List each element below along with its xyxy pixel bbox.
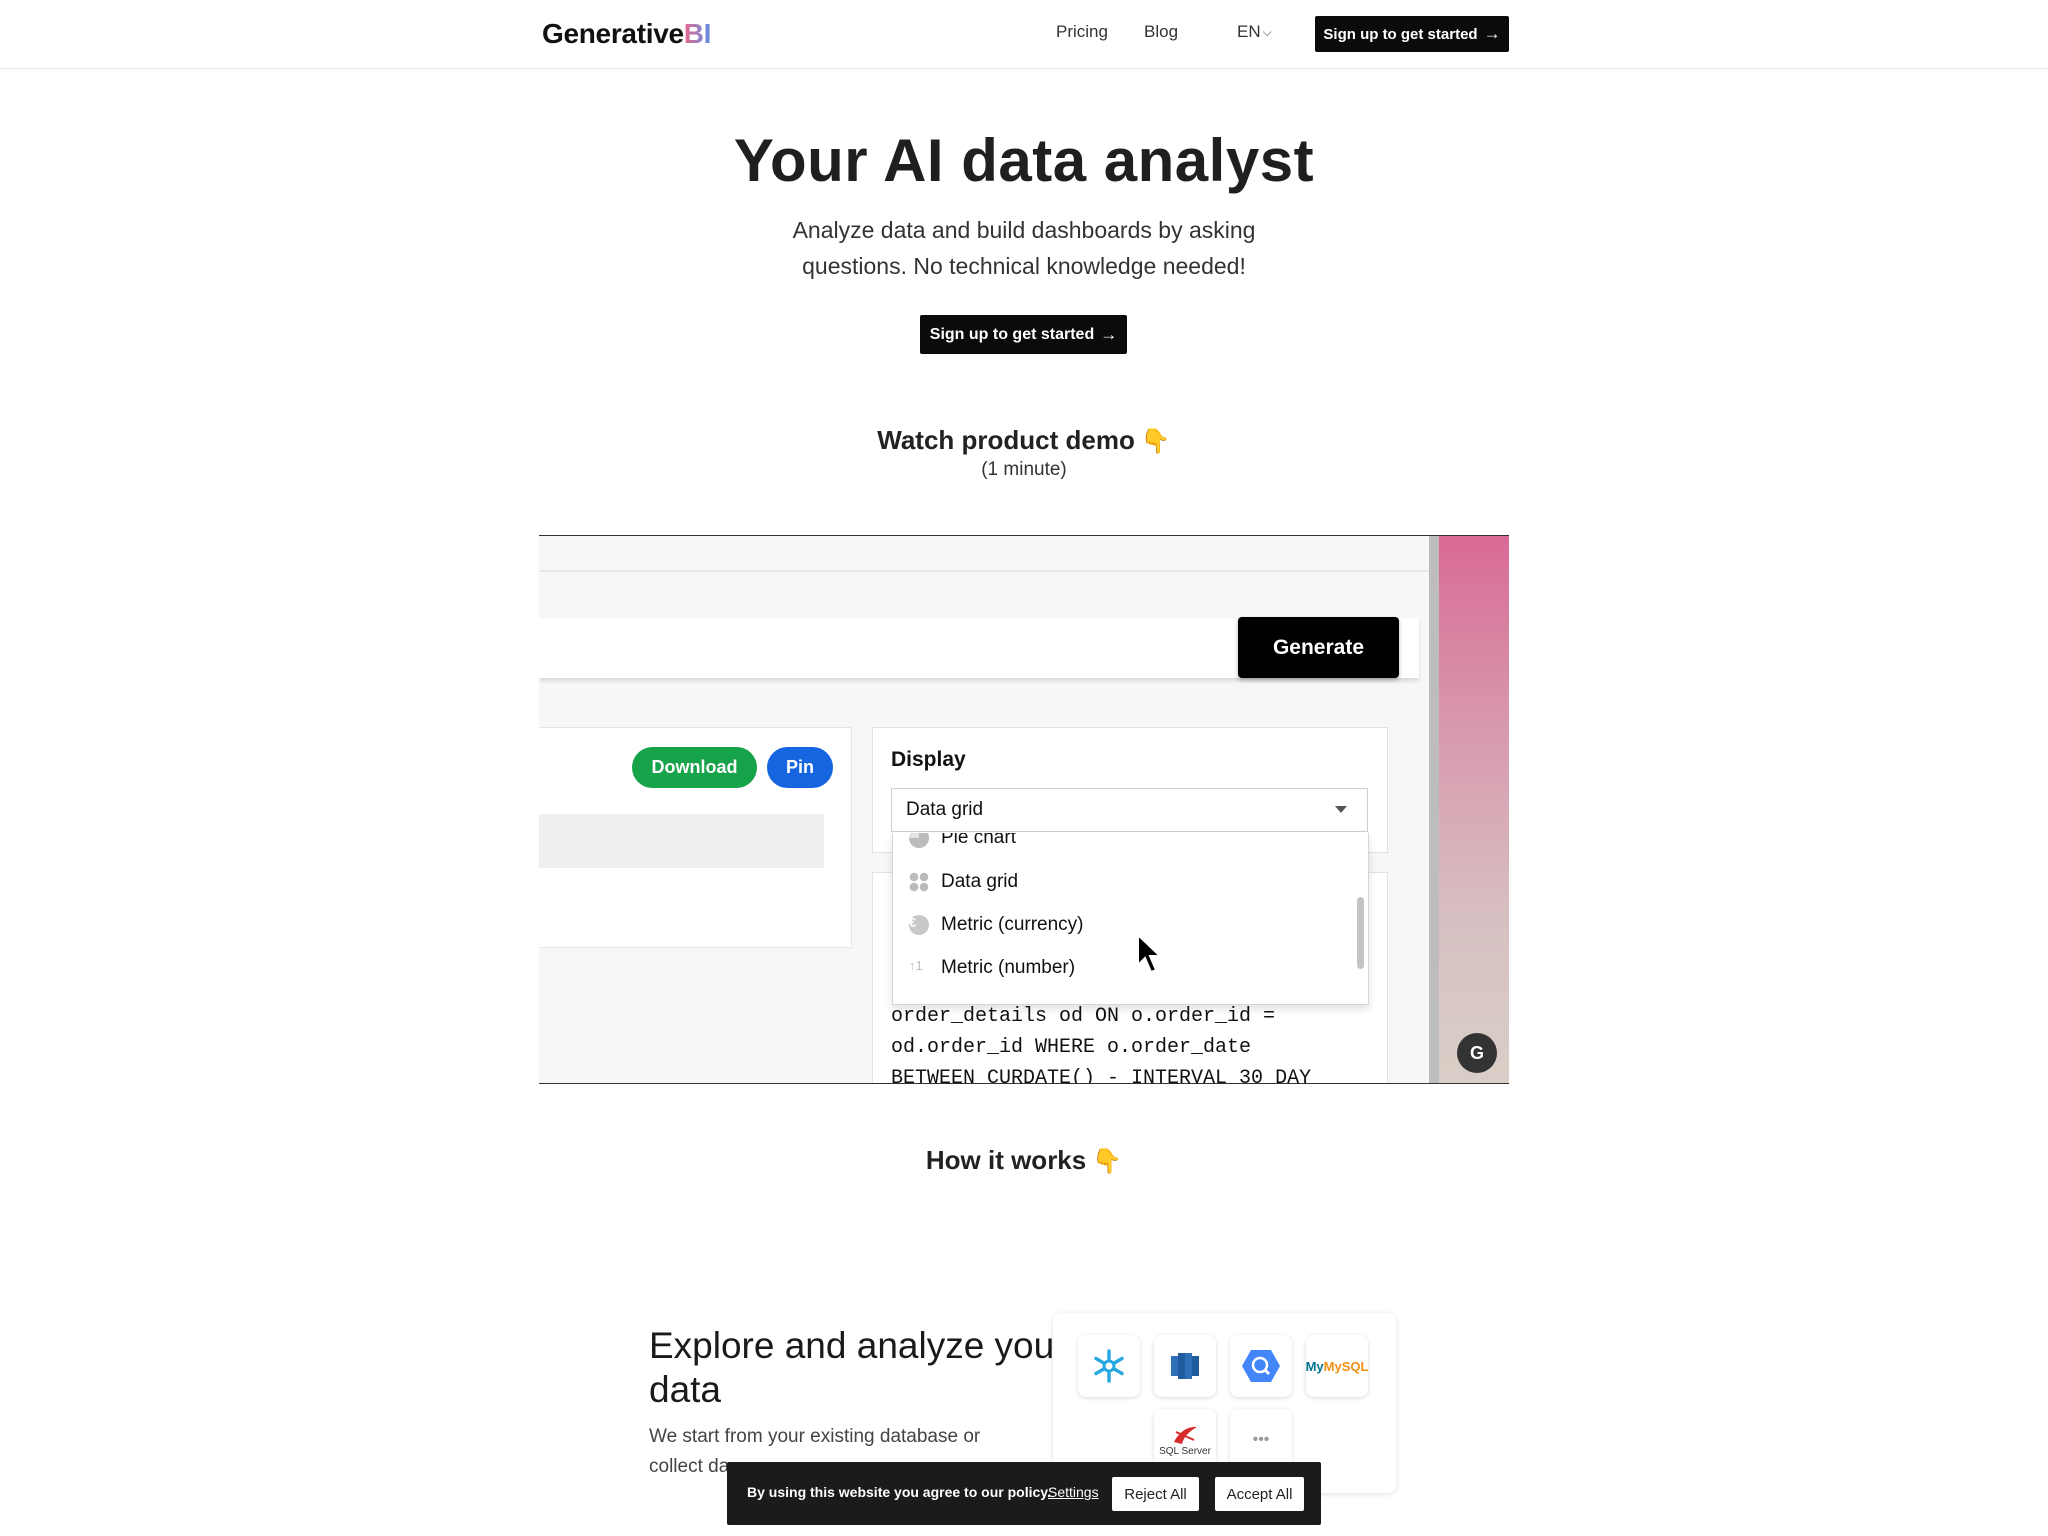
currency-icon: € (909, 915, 929, 935)
nav-pricing-link[interactable]: Pricing (1056, 22, 1108, 42)
explore-title: Explore and analyze your data (649, 1325, 1067, 1410)
data-grid-icon (909, 872, 929, 892)
cookie-text: By using this website you agree to our p… (747, 1484, 1051, 1500)
video-pin-button: Pin (767, 747, 833, 788)
more-dots: ••• (1252, 1431, 1270, 1448)
dropdown-scrollbar (1357, 897, 1364, 969)
snowflake-icon (1078, 1335, 1140, 1397)
how-it-works-title: How it works (925, 1145, 1087, 1175)
video-placeholder-block (539, 814, 824, 868)
header-signup-button[interactable]: Sign up to get started → (1315, 16, 1509, 52)
option-label: Pie chart (941, 833, 1016, 848)
reject-all-button[interactable]: Reject All (1112, 1477, 1199, 1511)
video-gradient-edge (1439, 536, 1509, 1083)
pie-chart-icon (909, 833, 929, 848)
video-display-select: Data grid (891, 788, 1368, 832)
sql-line: od.order_id WHERE o.order_date (891, 1036, 1252, 1059)
video-download-button: Download (632, 747, 757, 788)
hero-signup-label: Sign up to get started (929, 325, 1095, 343)
video-generate-button: Generate (1238, 617, 1399, 678)
brand-logo[interactable]: GenerativeBI (542, 18, 711, 50)
header-signup-label: Sign up to get started (1323, 25, 1478, 43)
hero-subtitle: Analyze data and build dashboards by ask… (792, 217, 1256, 279)
language-selector[interactable]: EN ⌵ (1237, 22, 1272, 42)
demo-duration: (1 minute) (981, 459, 1067, 480)
pointing-down-hand-icon: 👇 (1140, 428, 1171, 455)
accept-all-button[interactable]: Accept All (1215, 1477, 1304, 1511)
bigquery-icon (1230, 1335, 1292, 1397)
video-top-divider (539, 570, 1429, 572)
video-sql-code: order_details od ON o.order_id = od.orde… (891, 1001, 1312, 1084)
dropdown-option: Pie chart (909, 833, 1016, 849)
dropdown-option: € Metric (currency) (909, 914, 1084, 936)
sql-line: BETWEEN CURDATE() - INTERVAL 30 DAY (891, 1067, 1312, 1084)
product-demo-video[interactable]: Generate Download Pin Display Data grid … (539, 535, 1509, 1084)
demo-title: Watch product demo (877, 425, 1135, 455)
sql-server-label: SQL Server (1159, 1445, 1211, 1457)
hero-title: Your AI data analyst (733, 127, 1315, 194)
video-badge-icon: G (1457, 1033, 1497, 1073)
chevron-down-icon: ⌵ (1262, 24, 1272, 39)
site-header: GenerativeBI Pricing Blog EN ⌵ Sign up t… (0, 0, 2048, 69)
demo-heading: Watch product demo 👇 (0, 425, 2048, 456)
pointing-down-hand-icon: 👇 (1092, 1148, 1123, 1175)
arrow-right-icon: → (1100, 324, 1118, 344)
dropdown-option: Data grid (909, 871, 1018, 893)
number-icon: ↑1 (909, 958, 923, 973)
cookie-settings-link[interactable]: Settings (1048, 1484, 1099, 1500)
mouse-cursor-icon (1137, 933, 1162, 974)
hero-signup-button[interactable]: Sign up to get started → (920, 315, 1127, 354)
logo-main-text: Generative (542, 18, 684, 49)
dropdown-option: ↑1 Metric (number) (909, 957, 1075, 979)
mysql-icon: My MySQL (1306, 1335, 1368, 1397)
video-display-dropdown: Pie chart Data grid € Metric (currency) … (892, 833, 1369, 1005)
arrow-right-icon: → (1483, 24, 1501, 43)
language-label: EN (1237, 22, 1261, 41)
option-label: Metric (number) (941, 957, 1076, 978)
redshift-icon (1154, 1335, 1216, 1397)
sql-line: order_details od ON o.order_id = (891, 1005, 1276, 1028)
cookie-consent-bar: By using this website you agree to our p… (727, 1462, 1321, 1525)
option-label: Data grid (941, 871, 1019, 892)
video-divider (1429, 536, 1439, 1083)
how-it-works-heading: How it works 👇 (0, 1145, 2048, 1176)
nav-blog-link[interactable]: Blog (1144, 22, 1178, 42)
logo-accent-text: BI (683, 18, 712, 49)
video-display-label: Display (891, 748, 966, 771)
caret-down-icon (1335, 806, 1347, 813)
video-result-card: Download Pin (539, 727, 852, 948)
mysql-label: MySQL (1323, 1358, 1369, 1374)
video-display-value: Data grid (906, 799, 984, 820)
option-label: Metric (currency) (941, 914, 1084, 935)
